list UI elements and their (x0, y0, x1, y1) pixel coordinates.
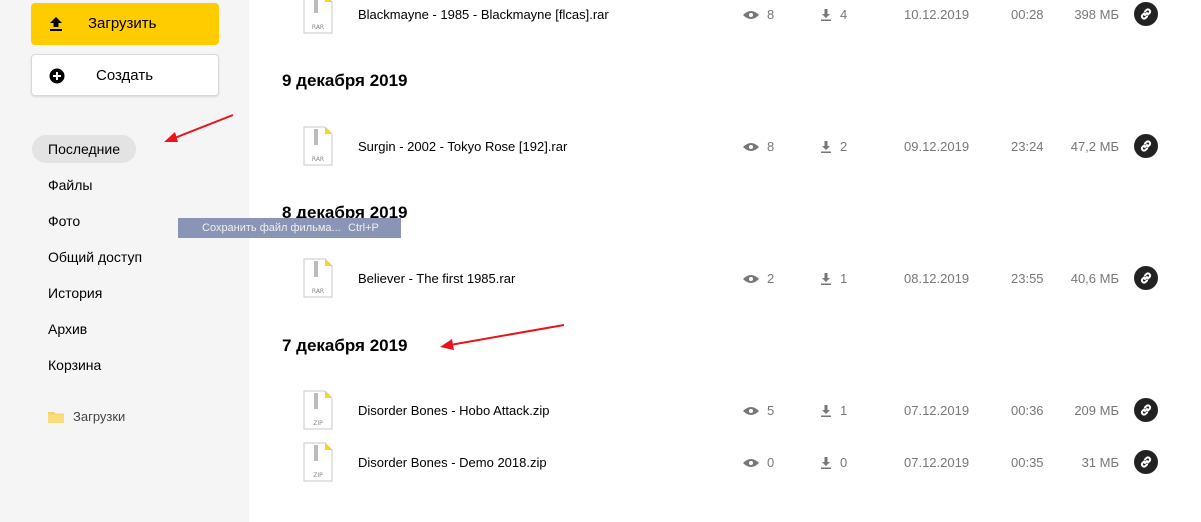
link-icon (1140, 140, 1152, 152)
link-icon (1140, 272, 1152, 284)
tooltip: Сохранить файл фильма... Ctrl+P (178, 218, 401, 238)
rar-file-icon: RAR (303, 0, 333, 34)
eye-icon (743, 458, 759, 467)
share-link-button[interactable] (1134, 2, 1158, 26)
eye-icon (743, 10, 759, 19)
file-name[interactable]: Believer - The first 1985.rar (358, 271, 515, 286)
file-type-label: RAR (312, 288, 324, 295)
download-icon (821, 140, 831, 153)
share-link-button[interactable] (1134, 134, 1158, 158)
file-type-label: RAR (312, 24, 324, 31)
download-icon (821, 272, 831, 285)
zip-file-icon: ZIP (303, 390, 333, 430)
file-row[interactable]: RAR Believer - The first 1985.rar 2 1 08… (0, 258, 1201, 298)
file-time: 23:55 (1011, 271, 1044, 286)
downloads-count: 1 (820, 271, 847, 286)
file-time: 23:24 (1011, 139, 1044, 154)
file-time: 00:35 (1011, 455, 1044, 470)
create-button[interactable]: Создать (31, 54, 219, 96)
file-name[interactable]: Disorder Bones - Hobo Attack.zip (358, 403, 549, 418)
file-size: 47,2 МБ (1070, 139, 1119, 154)
zip-file-icon: ZIP (303, 442, 333, 482)
file-name[interactable]: Disorder Bones - Demo 2018.zip (358, 455, 547, 470)
file-date: 09.12.2019 (904, 139, 970, 154)
file-row[interactable]: ZIP Disorder Bones - Demo 2018.zip 0 0 0… (0, 442, 1201, 482)
sidebar-item-photo[interactable]: Фото (48, 213, 80, 229)
file-date: 08.12.2019 (904, 271, 970, 286)
views-count: 8 (743, 7, 774, 22)
file-name[interactable]: Blackmayne - 1985 - Blackmayne [flcas].r… (358, 7, 609, 22)
date-group-heading: 7 декабря 2019 (282, 336, 408, 355)
file-type-label: RAR (312, 156, 324, 163)
share-link-button[interactable] (1134, 450, 1158, 474)
views-value: 2 (767, 271, 775, 286)
views-count: 5 (743, 403, 774, 418)
file-size: 398 МБ (1074, 7, 1119, 22)
downloads-count: 1 (820, 403, 847, 418)
downloads-value: 0 (840, 455, 848, 470)
sidebar-item-archive[interactable]: Архив (48, 321, 87, 337)
views-value: 5 (767, 403, 775, 418)
file-row[interactable]: RAR Surgin - 2002 - Tokyo Rose [192].rar… (0, 126, 1201, 166)
file-type-label: ZIP (313, 420, 323, 427)
file-date: 07.12.2019 (904, 455, 970, 470)
file-size: 40,6 МБ (1070, 271, 1119, 286)
eye-icon (743, 406, 759, 415)
views-count: 2 (743, 271, 774, 286)
rar-file-icon: RAR (303, 126, 333, 166)
file-time: 00:28 (1011, 7, 1044, 22)
downloads-count: 0 (820, 455, 847, 470)
red-arrow-2 (440, 324, 565, 350)
create-button-label: Создать (96, 67, 154, 84)
sidebar-item-trash[interactable]: Корзина (48, 357, 101, 373)
views-value: 8 (767, 139, 775, 154)
file-date: 10.12.2019 (904, 7, 970, 22)
file-name[interactable]: Surgin - 2002 - Tokyo Rose [192].rar (358, 139, 567, 154)
file-size: 31 МБ (1081, 455, 1119, 470)
downloads-value: 4 (840, 7, 848, 22)
rar-file-icon: RAR (303, 258, 333, 298)
link-icon (1140, 404, 1152, 416)
download-icon (821, 8, 831, 21)
file-row[interactable]: RAR Blackmayne - 1985 - Blackmayne [flca… (0, 0, 1201, 34)
sidebar-item-files[interactable]: Файлы (48, 177, 92, 193)
tooltip-label: Сохранить файл фильма... (202, 222, 341, 234)
views-value: 0 (767, 455, 775, 470)
views-count: 8 (743, 139, 774, 154)
tooltip-shortcut: Ctrl+P (348, 222, 379, 234)
plus-circle-icon (49, 68, 65, 84)
views-count: 0 (743, 455, 774, 470)
downloads-count: 2 (820, 139, 847, 154)
downloads-value: 1 (840, 271, 848, 286)
file-type-label: ZIP (313, 472, 323, 479)
file-row[interactable]: ZIP Disorder Bones - Hobo Attack.zip 5 1… (0, 390, 1201, 430)
eye-icon (743, 274, 759, 283)
share-link-button[interactable] (1134, 398, 1158, 422)
download-icon (821, 456, 831, 469)
downloads-value: 1 (840, 403, 848, 418)
downloads-value: 2 (840, 139, 848, 154)
file-date: 07.12.2019 (904, 403, 970, 418)
share-link-button[interactable] (1134, 266, 1158, 290)
date-group-heading: 9 декабря 2019 (282, 71, 408, 90)
downloads-count: 4 (820, 7, 847, 22)
link-icon (1140, 456, 1152, 468)
views-value: 8 (767, 7, 775, 22)
file-time: 00:36 (1011, 403, 1044, 418)
download-icon (821, 404, 831, 417)
link-icon (1140, 8, 1152, 20)
file-size: 209 МБ (1074, 403, 1119, 418)
eye-icon (743, 142, 759, 151)
